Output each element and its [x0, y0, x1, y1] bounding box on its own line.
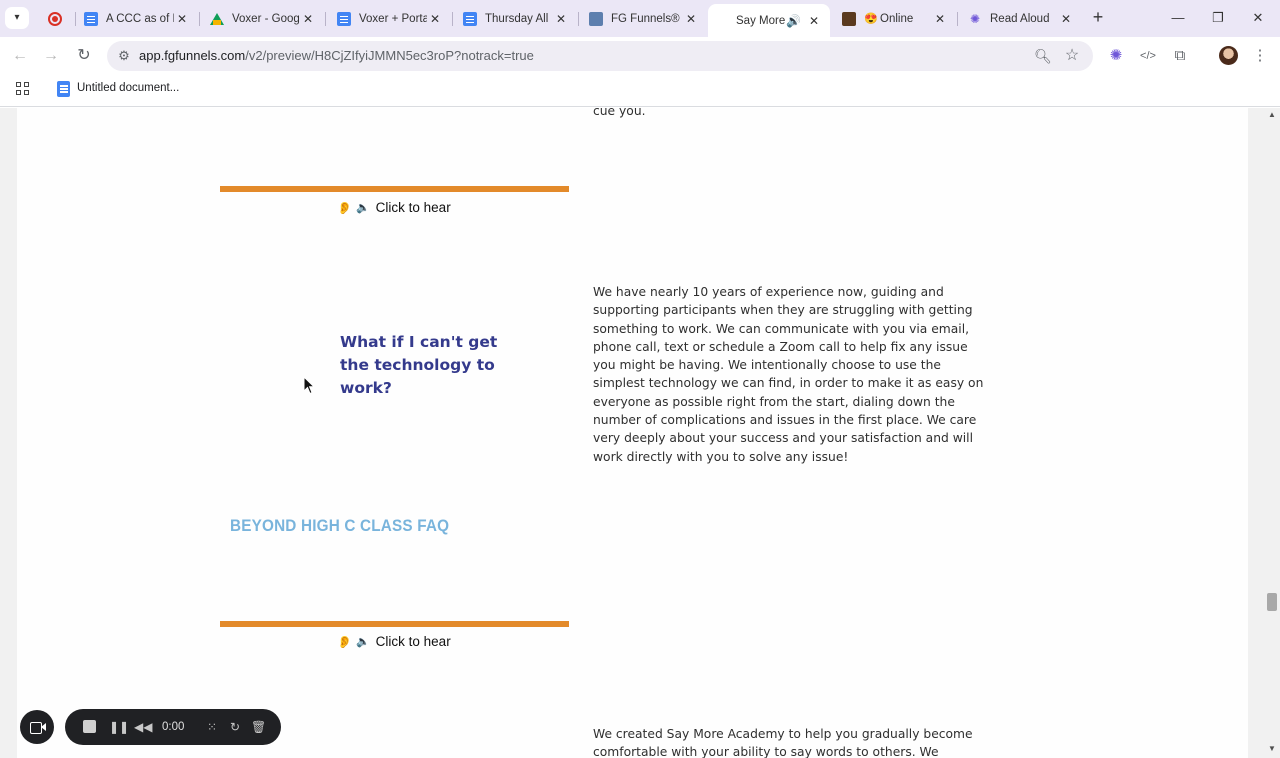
scroll-up-icon[interactable]: ▲	[1268, 110, 1276, 119]
site-info-icon[interactable]: ⚙	[115, 47, 133, 65]
faq-question: What if I can't get the technology to wo…	[340, 333, 498, 397]
faq-answer-next: We created Say More Academy to help you …	[593, 727, 973, 758]
docs-icon	[463, 11, 477, 26]
tab-title: Thursday All	[485, 12, 549, 25]
url-path: /v2/preview/H8CjZIfyiJMMN5ec3roP?notrack…	[245, 48, 534, 63]
address-bar[interactable]: ⚙ app.fgfunnels.com/v2/preview/H8CjZIfyi…	[107, 41, 1093, 71]
read-aloud-extension-icon[interactable]: ✺	[1107, 47, 1125, 65]
minimize-button[interactable]: —	[1156, 6, 1200, 30]
click-to-hear-label: Click to hear	[375, 634, 451, 649]
tab-voxer-porta[interactable]: Voxer + Porta ✕	[325, 4, 451, 33]
menu-kebab-icon[interactable]: ⋮	[1251, 47, 1269, 65]
tab-title: Online	[880, 12, 914, 25]
recorder-controls: ❚❚ ◀◀ 0:00 ⁙ ↻ 🗑	[65, 709, 281, 745]
click-to-hear-button[interactable]: 👂 🔈 Click to hear	[337, 634, 451, 649]
tab-title: Say More	[736, 14, 786, 27]
click-to-hear-label: Click to hear	[375, 200, 451, 215]
game-icon	[842, 11, 856, 26]
tab-title: FG Funnels®	[611, 12, 680, 25]
speaker-icon[interactable]: 🔊	[786, 14, 801, 28]
new-tab-button[interactable]: +	[1089, 8, 1107, 26]
tab-thursday[interactable]: Thursday All ✕	[451, 4, 577, 33]
profile-avatar[interactable]	[1219, 46, 1238, 65]
audio-bar	[220, 186, 569, 192]
close-icon[interactable]: ✕	[683, 12, 699, 26]
page-scrollbar[interactable]: ▲ ▼	[1264, 108, 1280, 758]
browser-toolbar: ← → ↻ ⚙ app.fgfunnels.com/v2/preview/H8C…	[0, 37, 1280, 75]
tab-fg-funnels[interactable]: FG Funnels® ✕	[577, 4, 707, 33]
page-viewport: cue you. 👂 🔈 Click to hear What if I can…	[0, 108, 1280, 758]
restore-button[interactable]: ❐	[1196, 6, 1240, 30]
page-content: cue you. 👂 🔈 Click to hear What if I can…	[17, 108, 1248, 758]
ear-icon: 👂	[337, 200, 352, 215]
close-icon[interactable]: ✕	[174, 12, 190, 26]
apps-grid-icon[interactable]	[16, 82, 30, 96]
tab-say-more[interactable]: Say More 🔊 ✕	[708, 4, 830, 37]
docs-icon	[84, 11, 98, 26]
close-icon[interactable]: ✕	[300, 12, 316, 26]
tab-search-button[interactable]: ▾	[5, 7, 29, 29]
tab-a-ccc[interactable]: A CCC as of F ✕	[72, 4, 198, 33]
grid-icon[interactable]: ⁙	[205, 719, 219, 735]
back-button[interactable]: ←	[9, 45, 31, 67]
scrollbar-thumb[interactable]	[1267, 593, 1277, 611]
tab-recording[interactable]	[36, 4, 76, 33]
tab-voxer-google[interactable]: Voxer - Goog ✕	[198, 4, 324, 33]
close-icon[interactable]: ✕	[427, 12, 443, 26]
docs-icon	[57, 81, 70, 97]
tab-online[interactable]: 😍 Online ✕	[830, 4, 956, 33]
camera-toggle-button[interactable]	[20, 710, 54, 744]
tab-title: A CCC as of F	[106, 12, 174, 25]
stop-button[interactable]	[83, 720, 96, 733]
speaker-icon: 🔈	[355, 202, 370, 214]
heart-eyes-icon: 😍	[864, 12, 878, 25]
forward-button[interactable]: →	[40, 45, 62, 67]
docs-icon	[337, 11, 351, 26]
recording-time: 0:00	[162, 721, 185, 733]
pause-icon[interactable]: ❚❚	[109, 719, 129, 735]
zoom-icon[interactable]: 🔍︎	[1034, 47, 1052, 65]
faq-answer-partial: cue you.	[593, 108, 646, 118]
bookmark-star-icon[interactable]: ☆	[1063, 47, 1081, 65]
rewind-icon[interactable]: ◀◀	[134, 719, 152, 735]
tab-strip: ▾ A CCC as of F ✕ Voxer - Goog ✕ Voxer +…	[0, 0, 1280, 37]
close-icon[interactable]: ✕	[553, 12, 569, 26]
tab-read-aloud[interactable]: ✺ Read Aloud ✕	[956, 4, 1082, 33]
close-icon[interactable]: ✕	[932, 12, 948, 26]
record-icon	[48, 11, 62, 26]
tab-title: Read Aloud	[990, 12, 1050, 25]
read-aloud-icon: ✺	[969, 11, 981, 26]
trash-icon[interactable]: 🗑	[251, 719, 266, 735]
close-icon[interactable]: ✕	[1058, 12, 1074, 26]
extensions-puzzle-icon[interactable]: ⧉	[1171, 47, 1189, 65]
audio-bar	[220, 621, 569, 627]
speaker-icon: 🔈	[355, 636, 370, 648]
section-heading: BEYOND HIGH C CLASS FAQ	[230, 516, 450, 535]
url-host: app.fgfunnels.com	[139, 48, 246, 63]
scroll-down-icon[interactable]: ▼	[1268, 744, 1276, 753]
tab-title: Voxer + Porta	[359, 12, 427, 25]
faq-answer: We have nearly 10 years of experience no…	[593, 285, 984, 464]
code-extension-icon[interactable]: </>	[1139, 47, 1157, 65]
bookmarks-bar: Untitled document...	[0, 75, 1280, 107]
drive-icon	[210, 12, 224, 26]
close-icon[interactable]: ✕	[806, 14, 822, 28]
fgfunnels-icon	[589, 11, 603, 26]
bookmark-untitled-document[interactable]: Untitled document...	[77, 82, 179, 94]
reload-button[interactable]: ↻	[73, 45, 95, 67]
close-window-button[interactable]: ✕	[1236, 6, 1280, 30]
restart-icon[interactable]: ↻	[228, 719, 242, 735]
ear-icon: 👂	[337, 634, 352, 649]
click-to-hear-button[interactable]: 👂 🔈 Click to hear	[337, 200, 451, 215]
url-text[interactable]: app.fgfunnels.com/v2/preview/H8CjZIfyiJM…	[139, 48, 534, 63]
tab-title: Voxer - Goog	[232, 12, 300, 25]
